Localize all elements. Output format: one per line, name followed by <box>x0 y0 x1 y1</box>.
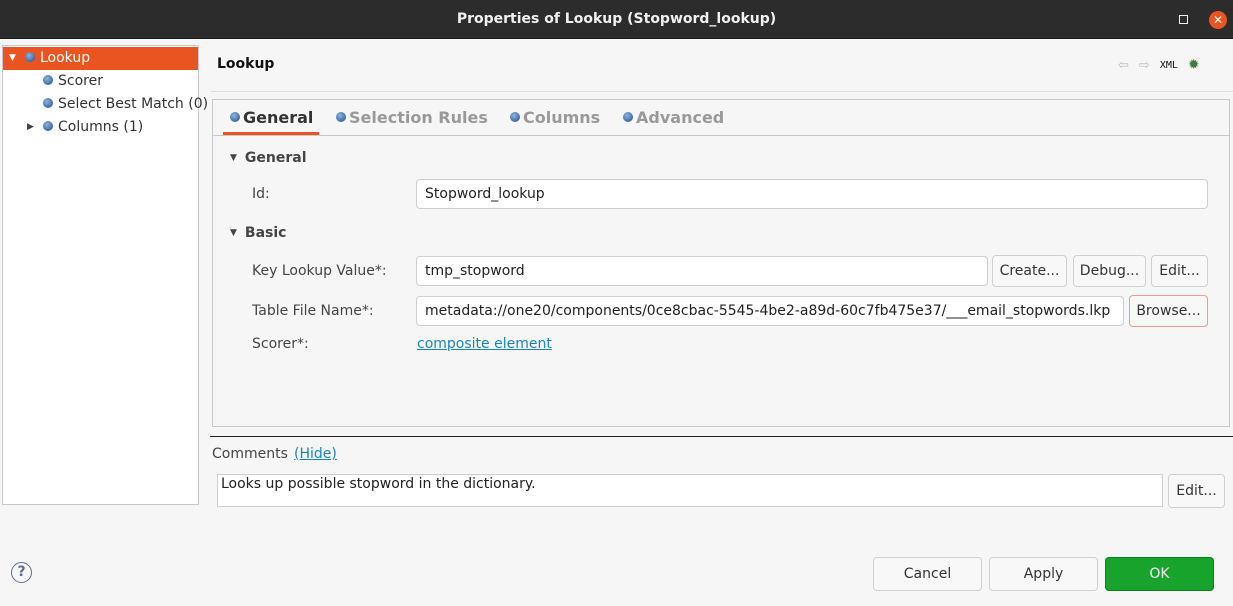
close-icon[interactable]: ✕ <box>1209 11 1227 29</box>
tree-item-select-best-match[interactable]: Select Best Match (0) <box>3 93 208 116</box>
collapsed-arrow-icon[interactable]: ▶ <box>27 116 34 139</box>
tab-dot-icon <box>510 111 520 122</box>
tab-dot-icon <box>336 111 346 122</box>
key-lookup-label: Key Lookup Value*: <box>252 263 387 279</box>
key-lookup-field[interactable]: tmp_stopword <box>416 256 988 286</box>
bug-icon[interactable]: ✹ <box>1188 57 1200 73</box>
section-title: General <box>244 150 307 166</box>
page-title: Lookup <box>217 56 275 72</box>
scorer-label: Scorer*: <box>252 336 309 352</box>
apply-button[interactable]: Apply <box>989 557 1098 591</box>
cancel-button[interactable]: Cancel <box>873 557 982 591</box>
tab-label: Columns <box>523 108 601 127</box>
header-toolbar: ⇦ ⇨ XML ✹ <box>1118 57 1200 73</box>
properties-panel: General Selection Rules Columns Advanced… <box>212 99 1230 427</box>
section-title: Basic <box>244 225 287 241</box>
blue-dot-icon <box>43 70 53 93</box>
expanded-caret-icon[interactable]: ▼ <box>230 228 237 238</box>
comments-textarea[interactable]: Looks up possible stopword in the dictio… <box>217 474 1163 507</box>
tree-item-columns[interactable]: ▶ Columns (1) <box>3 116 198 139</box>
tab-dot-icon <box>623 111 633 122</box>
tree-item-scorer[interactable]: Scorer <box>3 70 198 93</box>
forward-arrow-icon[interactable]: ⇨ <box>1139 58 1150 73</box>
expanded-arrow-icon[interactable]: ▼ <box>9 47 16 70</box>
edit-comments-button[interactable]: Edit... <box>1168 474 1225 508</box>
help-icon[interactable]: ? <box>11 562 32 583</box>
blue-dot-icon <box>43 116 53 139</box>
expanded-caret-icon[interactable]: ▼ <box>230 153 237 163</box>
debug-button[interactable]: Debug... <box>1073 255 1146 287</box>
section-basic[interactable]: ▼ Basic <box>230 225 286 241</box>
tab-dot-icon <box>230 111 240 122</box>
table-file-label: Table File Name*: <box>252 303 374 319</box>
tab-general[interactable]: General <box>230 108 313 127</box>
id-label: Id: <box>252 186 270 202</box>
hide-comments-link[interactable]: (Hide) <box>294 446 337 462</box>
xml-icon[interactable]: XML <box>1160 60 1178 71</box>
lookup-node-icon <box>25 47 35 70</box>
header-divider <box>210 91 1233 92</box>
ok-button[interactable]: OK <box>1105 557 1214 591</box>
tab-columns[interactable]: Columns <box>510 108 600 127</box>
create-button[interactable]: Create... <box>992 255 1067 287</box>
back-arrow-icon[interactable]: ⇦ <box>1118 58 1129 73</box>
tab-label: Advanced <box>636 108 725 127</box>
composite-element-link[interactable]: composite element <box>417 336 552 352</box>
comments-label: Comments <box>212 446 288 462</box>
browse-button[interactable]: Browse... <box>1129 295 1208 327</box>
tree-item-label: Columns (1) <box>58 119 144 135</box>
comments-divider <box>210 436 1233 437</box>
window-title: Properties of Lookup (Stopword_lookup) <box>456 11 777 27</box>
tab-bar: General Selection Rules Columns Advanced <box>213 100 1229 136</box>
title-bar: Properties of Lookup (Stopword_lookup) ✕ <box>0 0 1233 39</box>
table-file-field[interactable]: metadata://one20/components/0ce8cbac-554… <box>416 296 1124 326</box>
tree-item-label: Scorer <box>58 73 103 89</box>
tree-item-label: Lookup <box>40 50 91 66</box>
outline-tree: ▼ Lookup Scorer Select Best Match (0) ▶ … <box>2 45 208 505</box>
active-tab-indicator <box>223 132 319 135</box>
tab-label: Selection Rules <box>349 108 488 127</box>
section-general[interactable]: ▼ General <box>230 150 307 166</box>
tab-selection-rules[interactable]: Selection Rules <box>336 108 488 127</box>
tab-label: General <box>243 108 314 127</box>
blue-dot-icon <box>43 93 53 116</box>
tree-item-lookup[interactable]: ▼ Lookup <box>3 47 198 70</box>
edit-lookup-button[interactable]: Edit... <box>1151 255 1208 287</box>
tab-advanced[interactable]: Advanced <box>623 108 724 127</box>
maximize-icon[interactable] <box>1179 15 1188 24</box>
tree-item-label: Select Best Match (0) <box>58 96 209 112</box>
id-field[interactable]: Stopword_lookup <box>416 179 1208 209</box>
